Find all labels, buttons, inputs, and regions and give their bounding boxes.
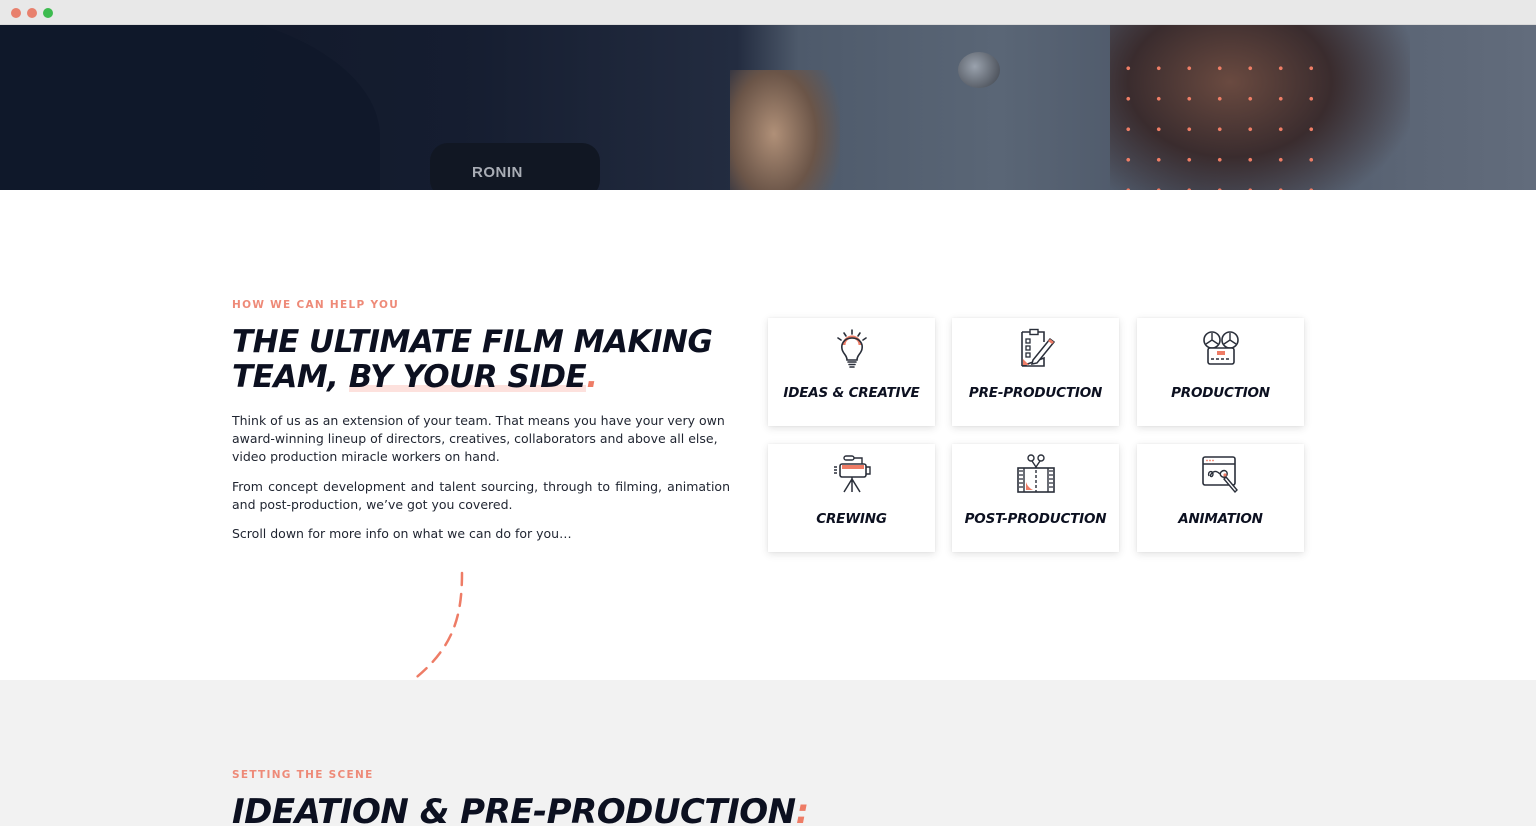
intro-paragraph: Think of us as an extension of your team… (232, 413, 725, 464)
browser-titlebar (0, 0, 1536, 25)
section-title: IDEATION & PRE-PRODUCTION: (232, 792, 809, 826)
reel-to-reel-icon (1202, 331, 1239, 365)
camera-brand-text: RONIN (472, 164, 523, 181)
clipboard-pencil-icon (1020, 328, 1055, 367)
service-card-label: IDEAS & CREATIVE (783, 385, 920, 401)
intro-paragraph: From concept development and talent sour… (232, 479, 730, 512)
title-accent-period: . (586, 359, 598, 395)
maximize-window-button[interactable] (43, 8, 53, 18)
service-card-label: CREWING (816, 511, 887, 527)
browser-brush-icon (1201, 456, 1238, 494)
service-card-label: ANIMATION (1178, 511, 1263, 527)
service-card-crewing[interactable]: CREWING (768, 444, 935, 552)
section-title-text: IDEATION & PRE-PRODUCTION (232, 792, 796, 826)
title-line-1: THE ULTIMATE FILM MAKING (232, 324, 713, 360)
service-card-label: POST-PRODUCTION (964, 511, 1107, 527)
film-scissors-icon (1016, 454, 1055, 493)
section-title: THE ULTIMATE FILM MAKING TEAM, BY YOUR S… (232, 325, 772, 395)
camera-tripod-icon (833, 455, 871, 493)
minimize-window-button[interactable] (27, 8, 37, 18)
services-intro-section (0, 190, 1536, 680)
hero-photo-foreground-person (0, 25, 380, 190)
service-card-animation[interactable]: ANIMATION (1137, 444, 1304, 552)
title-line-2-prefix: TEAM, (232, 359, 349, 395)
hero-photo-disco-ball (958, 52, 1000, 88)
hero-banner-image: RONIN (0, 25, 1536, 190)
intro-paragraph: Scroll down for more info on what we can… (232, 526, 572, 541)
section-eyebrow: HOW WE CAN HELP YOU (232, 299, 400, 311)
service-card-pre-production[interactable]: PRE-PRODUCTION (952, 318, 1119, 426)
lightbulb-icon (836, 329, 867, 368)
service-card-ideas-creative[interactable]: IDEAS & CREATIVE (768, 318, 935, 426)
title-highlight: BY YOUR SIDE (348, 359, 587, 395)
service-card-post-production[interactable]: POST-PRODUCTION (952, 444, 1119, 552)
hero-photo-person (730, 70, 840, 190)
close-window-button[interactable] (11, 8, 21, 18)
decorative-dot-grid (1113, 53, 1313, 190)
service-card-label: PRE-PRODUCTION (968, 385, 1103, 401)
service-card-label: PRODUCTION (1171, 385, 1270, 401)
title-accent-colon: : (795, 792, 810, 826)
service-card-production[interactable]: PRODUCTION (1137, 318, 1304, 426)
section-eyebrow: SETTING THE SCENE (232, 769, 374, 781)
